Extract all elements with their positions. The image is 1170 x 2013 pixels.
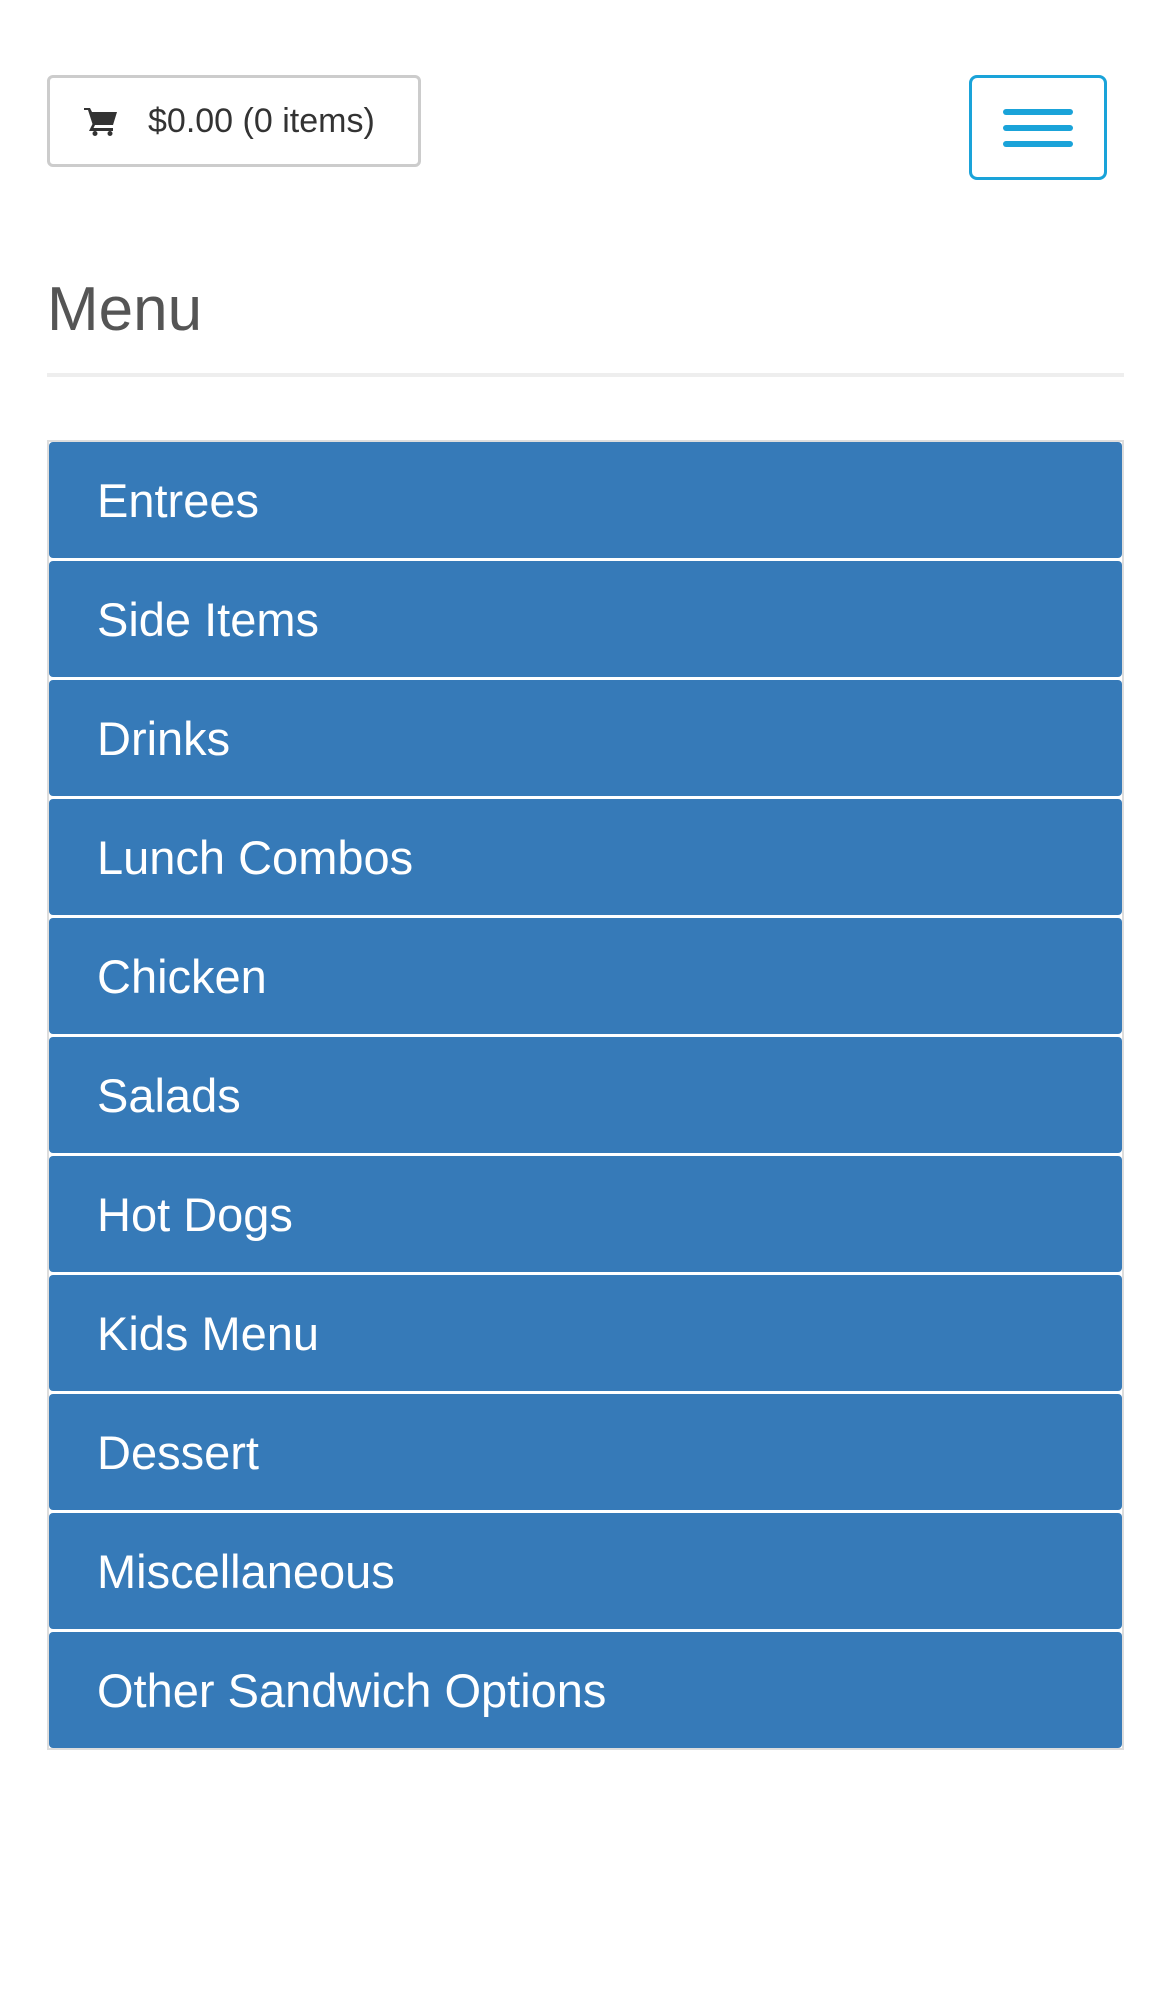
hamburger-menu-icon-bar <box>1003 140 1073 147</box>
title-divider <box>47 373 1124 377</box>
category-item-kids-menu[interactable]: Kids Menu <box>49 1275 1122 1391</box>
cart-button[interactable]: $0.00 (0 items) <box>47 75 421 167</box>
page-title: Menu <box>47 275 203 344</box>
hamburger-menu-button[interactable] <box>969 75 1107 180</box>
category-item-salads[interactable]: Salads <box>49 1037 1122 1153</box>
category-item-entrees[interactable]: Entrees <box>49 442 1122 558</box>
hamburger-menu-icon-bar <box>1003 124 1073 131</box>
category-item-other-sandwich-options[interactable]: Other Sandwich Options <box>49 1632 1122 1748</box>
category-item-side-items[interactable]: Side Items <box>49 561 1122 677</box>
category-item-miscellaneous[interactable]: Miscellaneous <box>49 1513 1122 1629</box>
cart-icon <box>84 105 120 137</box>
category-item-drinks[interactable]: Drinks <box>49 680 1122 796</box>
menu-category-list: Entrees Side Items Drinks Lunch Combos C… <box>47 440 1124 1750</box>
cart-summary: $0.00 (0 items) <box>148 101 375 140</box>
category-item-chicken[interactable]: Chicken <box>49 918 1122 1034</box>
category-item-lunch-combos[interactable]: Lunch Combos <box>49 799 1122 915</box>
category-item-dessert[interactable]: Dessert <box>49 1394 1122 1510</box>
hamburger-menu-icon-bar <box>1003 108 1073 115</box>
category-item-hot-dogs[interactable]: Hot Dogs <box>49 1156 1122 1272</box>
